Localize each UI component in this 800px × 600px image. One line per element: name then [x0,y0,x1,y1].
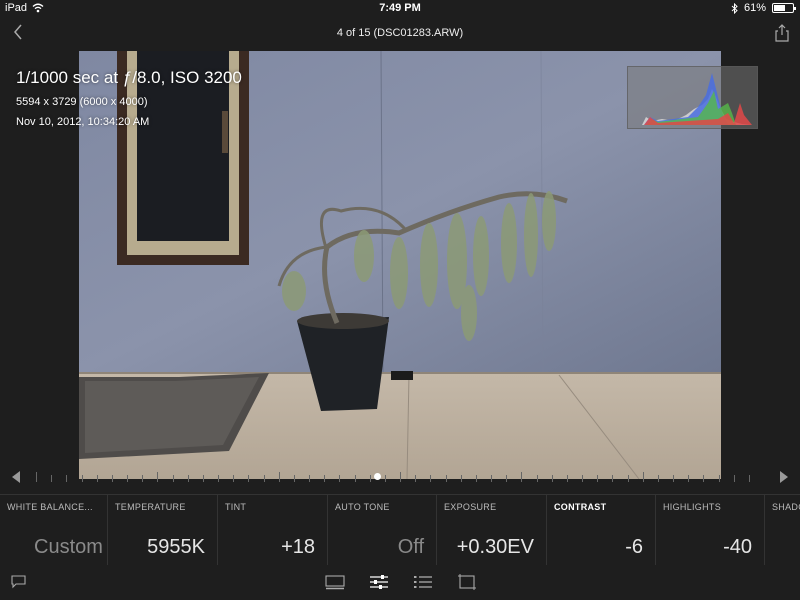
adj-tint[interactable]: TINT +18 [218,495,328,565]
adj-contrast[interactable]: CONTRAST -6 [547,495,656,565]
adj-label: TEMPERATURE [115,502,186,512]
flag-icon[interactable] [10,574,28,590]
crop-icon[interactable] [457,573,477,591]
nav-bar: 4 of 15 (DSC01283.ARW) [0,16,800,50]
adjustment-strip: WHITE BALANCE... Custom TEMPERATURE 5955… [0,494,800,565]
adj-label: TINT [225,502,247,512]
adj-temperature[interactable]: TEMPERATURE 5955K [108,495,218,565]
sliders-icon[interactable] [369,573,389,591]
adj-auto-tone[interactable]: AUTO TONE Off [328,495,437,565]
exposure-info: 1/1000 sec at ƒ/8.0, ISO 3200 [16,68,242,87]
adj-highlights[interactable]: HIGHLIGHTS -40 [656,495,765,565]
adj-label: WHITE BALANCE... [7,502,93,512]
filmstrip-icon[interactable] [325,573,345,591]
bluetooth-icon [731,2,738,14]
status-time: 7:49 PM [379,2,421,14]
scrubber-thumb[interactable] [374,473,381,480]
battery-icon [772,3,796,13]
adj-value: Off [397,536,424,558]
battery-level [774,5,785,11]
adj-white-balance[interactable]: WHITE BALANCE... Custom [0,495,108,565]
adj-value: +18 [281,536,315,558]
filmstrip-scrubber [0,465,800,489]
scrubber-ticks[interactable] [36,471,764,483]
adj-label: SHADO [772,502,800,512]
adj-label: HIGHLIGHTS [663,502,722,512]
capture-date: Nov 10, 2012, 10:34:20 AM [16,116,150,128]
battery-percent: 61% [743,2,766,14]
adj-value: 5955K [147,536,205,558]
photo-counter-title: 4 of 15 (DSC01283.ARW) [336,27,464,39]
list-icon[interactable] [413,573,433,591]
adj-value: -40 [723,536,752,558]
histogram[interactable] [627,66,758,129]
adj-value: -6 [625,536,643,558]
histogram-graph [642,73,752,125]
bottom-toolbar [0,564,800,600]
adj-label: EXPOSURE [444,502,497,512]
dimensions-info: 5594 x 3729 (6000 x 4000) [16,96,148,108]
triangle-left-icon[interactable] [10,470,22,484]
adj-exposure[interactable]: EXPOSURE +0.30EV [437,495,547,565]
adj-shadows[interactable]: SHADO [765,495,800,565]
status-bar: iPad 7:49 PM 61% [0,0,800,16]
adj-label: CONTRAST [554,502,607,512]
photo-info-overlay: 1/1000 sec at ƒ/8.0, ISO 3200 5594 x 372… [16,68,242,136]
share-icon[interactable] [774,24,790,42]
adj-label: AUTO TONE [335,502,390,512]
adj-value: Custom [34,536,103,558]
adj-value: +0.30EV [456,536,534,558]
triangle-right-icon[interactable] [778,470,790,484]
